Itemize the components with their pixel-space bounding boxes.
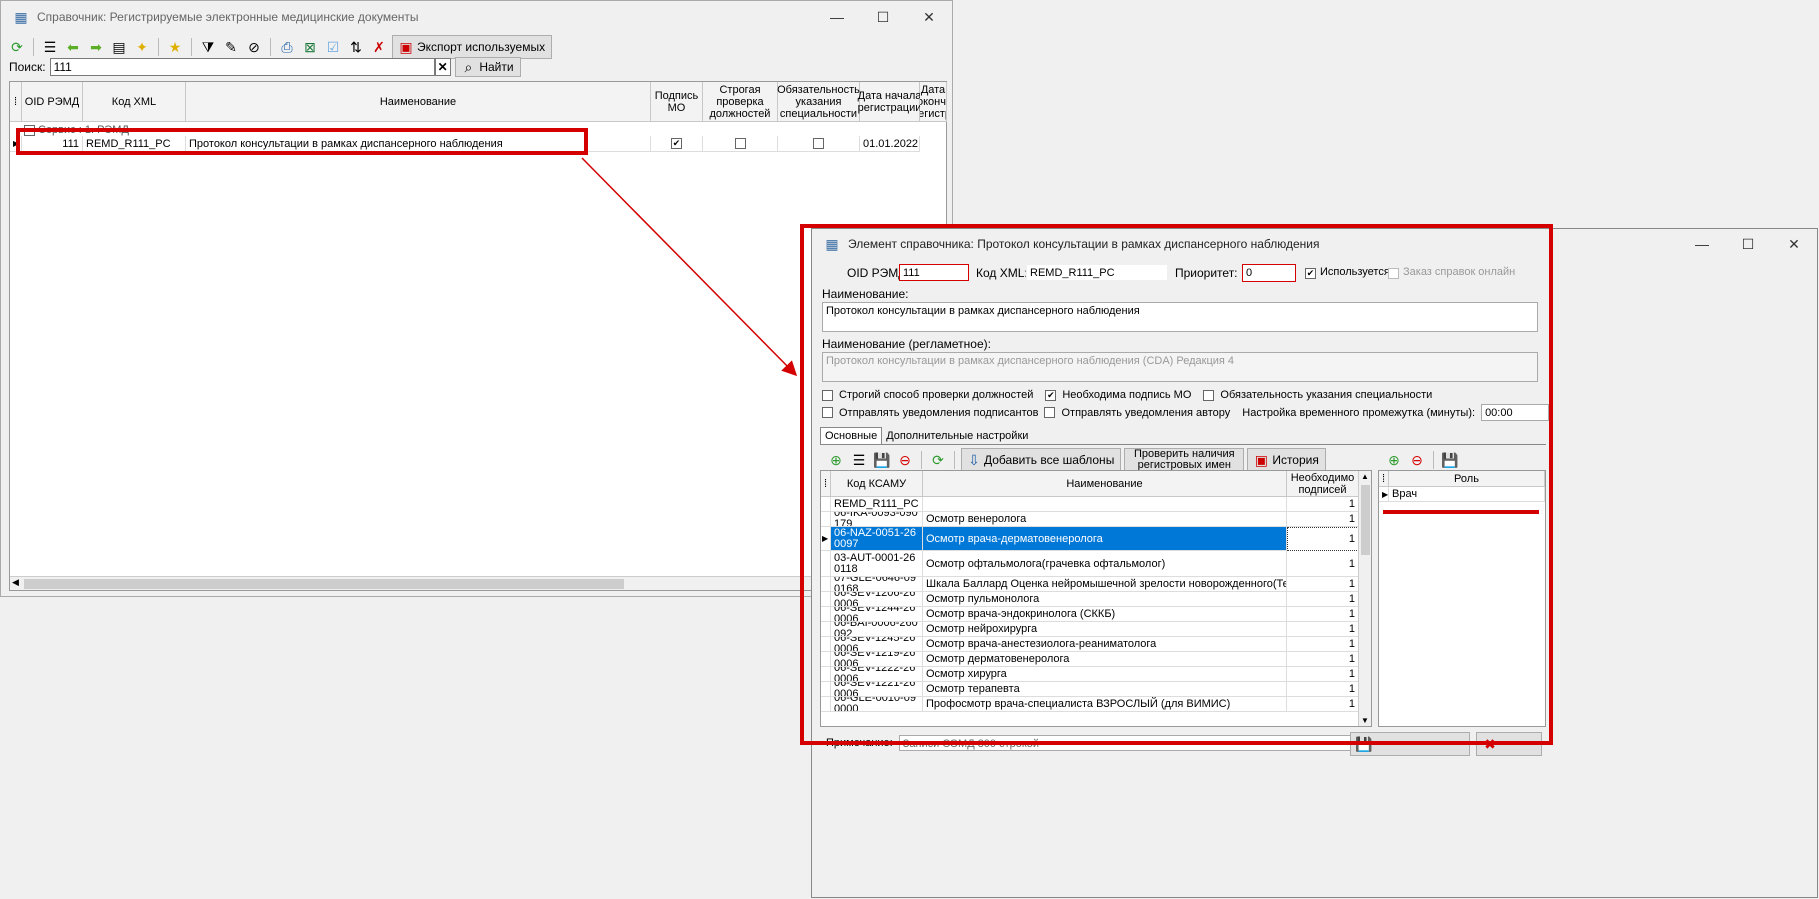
col-strict[interactable]: Строгая проверка должностей xyxy=(703,82,778,122)
find-button[interactable]: ⌕ Найти xyxy=(454,57,521,77)
arrow-right-icon[interactable]: ➡ xyxy=(86,37,106,57)
highlight-detail-box xyxy=(800,224,1553,745)
print-icon[interactable]: ⎙ xyxy=(277,37,297,57)
strict-checkbox[interactable] xyxy=(734,138,746,149)
clear-icon[interactable]: ✗ xyxy=(369,37,389,57)
minimize-button[interactable]: — xyxy=(814,9,860,25)
export-icon: ▣ xyxy=(399,39,413,55)
spec-checkbox[interactable] xyxy=(813,138,824,149)
main-titlebar: ▦ Справочник: Регистрируемые электронные… xyxy=(1,1,952,33)
row-date: 01.01.2022 xyxy=(860,136,920,152)
maximize-button[interactable]: ☐ xyxy=(860,9,906,26)
table-icon: ▦ xyxy=(14,9,28,25)
col-date-start[interactable]: Дата начала регистрации xyxy=(858,82,921,122)
filter-clear-icon[interactable]: ⊘ xyxy=(244,37,264,57)
col-oid[interactable]: OID РЭМД xyxy=(22,82,83,122)
columns-icon[interactable]: ▤ xyxy=(109,37,129,57)
arrow-left-icon[interactable]: ⬅ xyxy=(63,37,83,57)
sign-mo-checkbox[interactable]: ✔ xyxy=(671,138,682,149)
row-spec[interactable] xyxy=(778,136,860,152)
scroll-left-icon[interactable]: ◀ xyxy=(12,577,19,588)
check-icon[interactable]: ☑ xyxy=(323,37,343,57)
close-button[interactable]: ✕ xyxy=(906,9,952,26)
highlight-row-box xyxy=(16,128,588,155)
search-input[interactable]: 111 xyxy=(49,58,435,76)
filter-icon[interactable]: ⧩ xyxy=(198,37,218,57)
search-label: Поиск: xyxy=(9,60,46,74)
list-icon[interactable]: ☰ xyxy=(40,37,60,57)
col-xml[interactable]: Код XML xyxy=(83,82,186,122)
add-star-icon[interactable]: ✦ xyxy=(132,37,152,57)
favorite-icon[interactable]: ★ xyxy=(165,37,185,57)
scroll-thumb[interactable] xyxy=(24,579,624,589)
clear-search-button[interactable]: ✕ xyxy=(434,58,451,76)
sort-icon[interactable]: ⇅ xyxy=(346,37,366,57)
row-sign-mo[interactable]: ✔ xyxy=(651,136,703,152)
col-date-end[interactable]: Дата оконч. регистр. xyxy=(920,82,947,122)
minimize-button[interactable]: — xyxy=(1679,236,1725,252)
excel-icon[interactable]: ⊠ xyxy=(300,37,320,57)
main-title: Справочник: Регистрируемые электронные м… xyxy=(37,10,419,24)
close-button[interactable]: ✕ xyxy=(1771,236,1817,253)
refresh-icon[interactable]: ⟳ xyxy=(7,37,27,57)
col-sign-mo[interactable]: Подпись МО xyxy=(651,82,703,122)
filter-edit-icon[interactable]: ✎ xyxy=(221,37,241,57)
col-spec[interactable]: Обязательность указания специальности xyxy=(777,82,860,122)
col-name[interactable]: Наименование xyxy=(186,82,651,122)
search-bar: Поиск: 111 ✕ ⌕ Найти xyxy=(9,56,521,78)
maximize-button[interactable]: ☐ xyxy=(1725,236,1771,253)
row-strict[interactable] xyxy=(703,136,778,152)
binoculars-icon: ⌕ xyxy=(464,59,473,75)
row-indicator-header: ⁞ xyxy=(10,82,22,122)
